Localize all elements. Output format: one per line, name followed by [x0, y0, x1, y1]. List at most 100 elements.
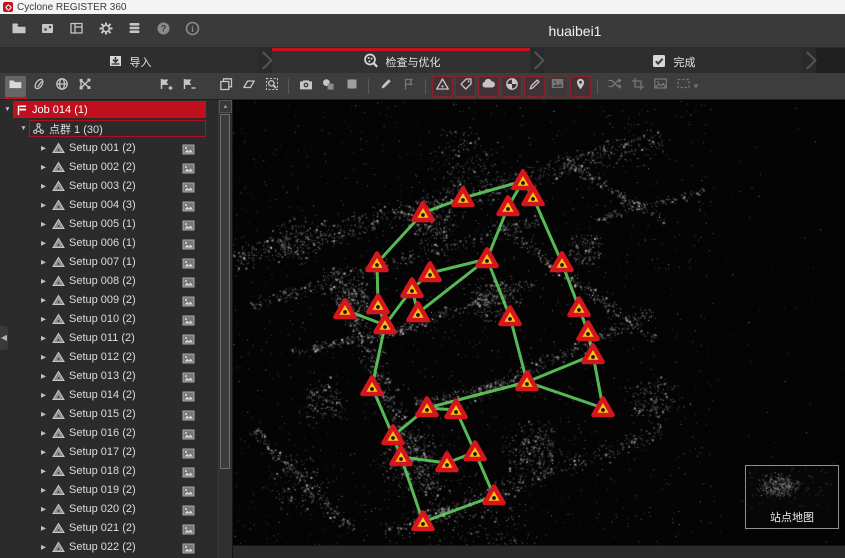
globe-tab-button[interactable]	[51, 76, 72, 97]
sidebar-collapse-handle[interactable]: ◀	[0, 326, 8, 350]
registration-link[interactable]	[401, 457, 423, 522]
expand-arrow-icon[interactable]: ▶	[38, 467, 49, 475]
info-button[interactable]: i	[180, 19, 205, 43]
tree-item-bundle[interactable]: ▼点群 1 (30)	[0, 119, 219, 138]
registration-link[interactable]	[533, 197, 562, 263]
expand-arrow-icon[interactable]: ▶	[38, 163, 49, 171]
workflow-step-finish[interactable]: 完成	[544, 48, 802, 73]
shapes-button[interactable]	[318, 76, 339, 97]
setup-marker-icon[interactable]	[418, 399, 437, 416]
setup-marker-icon[interactable]	[369, 296, 388, 313]
zoom-region-button[interactable]	[261, 76, 282, 97]
setup-marker-icon[interactable]	[579, 323, 598, 340]
point-cloud-viewport[interactable]: 站点地图	[233, 100, 845, 545]
tag-button[interactable]	[455, 76, 476, 97]
measure-pencil-button[interactable]	[375, 76, 396, 97]
remove-bundle-icon	[181, 77, 197, 96]
crop-button[interactable]	[627, 76, 648, 97]
expand-arrow-icon[interactable]: ▶	[38, 201, 49, 209]
tree-item-label: Setup 022 (2)	[69, 541, 136, 553]
remove-bundle-button[interactable]	[178, 76, 199, 97]
expand-arrow-icon[interactable]: ▶	[38, 524, 49, 532]
expand-arrow-icon[interactable]: ▶	[38, 182, 49, 190]
expand-arrow-icon[interactable]: ▶	[38, 220, 49, 228]
setup-marker-icon[interactable]	[518, 373, 537, 390]
export-box-button[interactable]	[35, 19, 60, 43]
workflow-step-import[interactable]: 导入	[0, 48, 258, 73]
setup-marker-icon[interactable]	[421, 264, 440, 281]
expand-arrow-icon[interactable]: ▶	[38, 334, 49, 342]
sphere-pie-button[interactable]	[501, 76, 522, 97]
setup-marker-icon[interactable]	[553, 254, 572, 271]
image-button[interactable]	[547, 76, 568, 97]
setup-triangle-button[interactable]	[432, 76, 453, 97]
setup-marker-icon[interactable]	[392, 448, 411, 465]
map-pin-button[interactable]	[570, 76, 591, 97]
paperclip-tab-button[interactable]	[28, 76, 49, 97]
tree-item-label: Setup 003 (2)	[69, 180, 136, 192]
expand-arrow-icon[interactable]: ▶	[38, 448, 49, 456]
registration-link[interactable]	[423, 496, 494, 522]
workflow-step-review[interactable]: 检查与优化	[272, 48, 530, 73]
expand-arrow-icon[interactable]: ▶	[38, 372, 49, 380]
setup-marker-icon[interactable]	[594, 399, 613, 416]
registration-link[interactable]	[427, 382, 527, 408]
setup-marker-icon[interactable]	[584, 346, 603, 363]
expand-arrow-icon[interactable]: ▶	[38, 353, 49, 361]
setup-marker-icon[interactable]	[485, 487, 504, 504]
expand-arrow-icon[interactable]: ▶	[38, 429, 49, 437]
setup-marker-icon[interactable]	[414, 204, 433, 221]
expand-arrow-icon[interactable]: ▶	[38, 391, 49, 399]
link-pencil-button[interactable]	[524, 76, 545, 97]
help-button[interactable]: ?	[151, 19, 176, 43]
tree-item-job[interactable]: ▼Job 014 (1)	[0, 100, 219, 119]
setup-marker-icon[interactable]	[478, 250, 497, 267]
folder-tab-button[interactable]	[5, 76, 26, 97]
flatten-button[interactable]	[238, 76, 259, 97]
camera-button[interactable]	[295, 76, 316, 97]
registration-link[interactable]	[510, 317, 527, 382]
collapse-arrow-icon[interactable]: ▼	[18, 125, 29, 132]
expand-arrow-icon[interactable]: ▶	[38, 315, 49, 323]
setup-marker-icon[interactable]	[501, 308, 520, 325]
expand-arrow-icon[interactable]: ▶	[38, 296, 49, 304]
fill-square-button[interactable]	[341, 76, 362, 97]
setup-marker-icon[interactable]	[438, 454, 457, 471]
site-map-inset[interactable]: 站点地图	[745, 465, 839, 529]
open-folder-button[interactable]	[6, 19, 31, 43]
setup-marker-icon[interactable]	[466, 443, 485, 460]
markup-button[interactable]	[398, 76, 419, 97]
expand-arrow-icon[interactable]: ▶	[38, 239, 49, 247]
setup-marker-icon[interactable]	[570, 299, 589, 316]
add-bundle-button[interactable]	[155, 76, 176, 97]
setup-marker-icon[interactable]	[499, 198, 518, 215]
scrollbar-up-icon[interactable]: ▲	[219, 100, 232, 113]
copy-button[interactable]	[215, 76, 236, 97]
report-panel-button[interactable]	[64, 19, 89, 43]
dropdown-caret-icon[interactable]: ▼	[692, 82, 700, 91]
marquee-button[interactable]: ▼	[673, 76, 703, 97]
registration-link[interactable]	[527, 382, 603, 408]
setup-marker-icon[interactable]	[363, 378, 382, 395]
collapse-arrow-icon[interactable]: ▼	[2, 106, 13, 113]
setup-marker-icon[interactable]	[414, 513, 433, 530]
expand-arrow-icon[interactable]: ▶	[38, 543, 49, 551]
scrollbar-thumb[interactable]	[220, 114, 230, 469]
storage-stack-button[interactable]	[122, 19, 147, 43]
setup-marker-icon[interactable]	[454, 189, 473, 206]
sidebar-scrollbar[interactable]: ▲	[218, 100, 232, 558]
expand-arrow-icon[interactable]: ▶	[38, 410, 49, 418]
setup-marker-icon[interactable]	[336, 301, 355, 318]
expand-arrow-icon[interactable]: ▶	[38, 277, 49, 285]
expand-arrow-icon[interactable]: ▶	[38, 505, 49, 513]
crop-icon	[631, 77, 645, 96]
settings-gear-button[interactable]	[93, 19, 118, 43]
expand-arrow-icon[interactable]: ▶	[38, 258, 49, 266]
photo-button[interactable]	[650, 76, 671, 97]
shuffle-button[interactable]	[604, 76, 625, 97]
expand-arrow-icon[interactable]: ▶	[38, 144, 49, 152]
network-tab-button[interactable]	[74, 76, 95, 97]
setup-marker-icon[interactable]	[514, 172, 533, 189]
expand-arrow-icon[interactable]: ▶	[38, 486, 49, 494]
cloud-button[interactable]	[478, 76, 499, 97]
